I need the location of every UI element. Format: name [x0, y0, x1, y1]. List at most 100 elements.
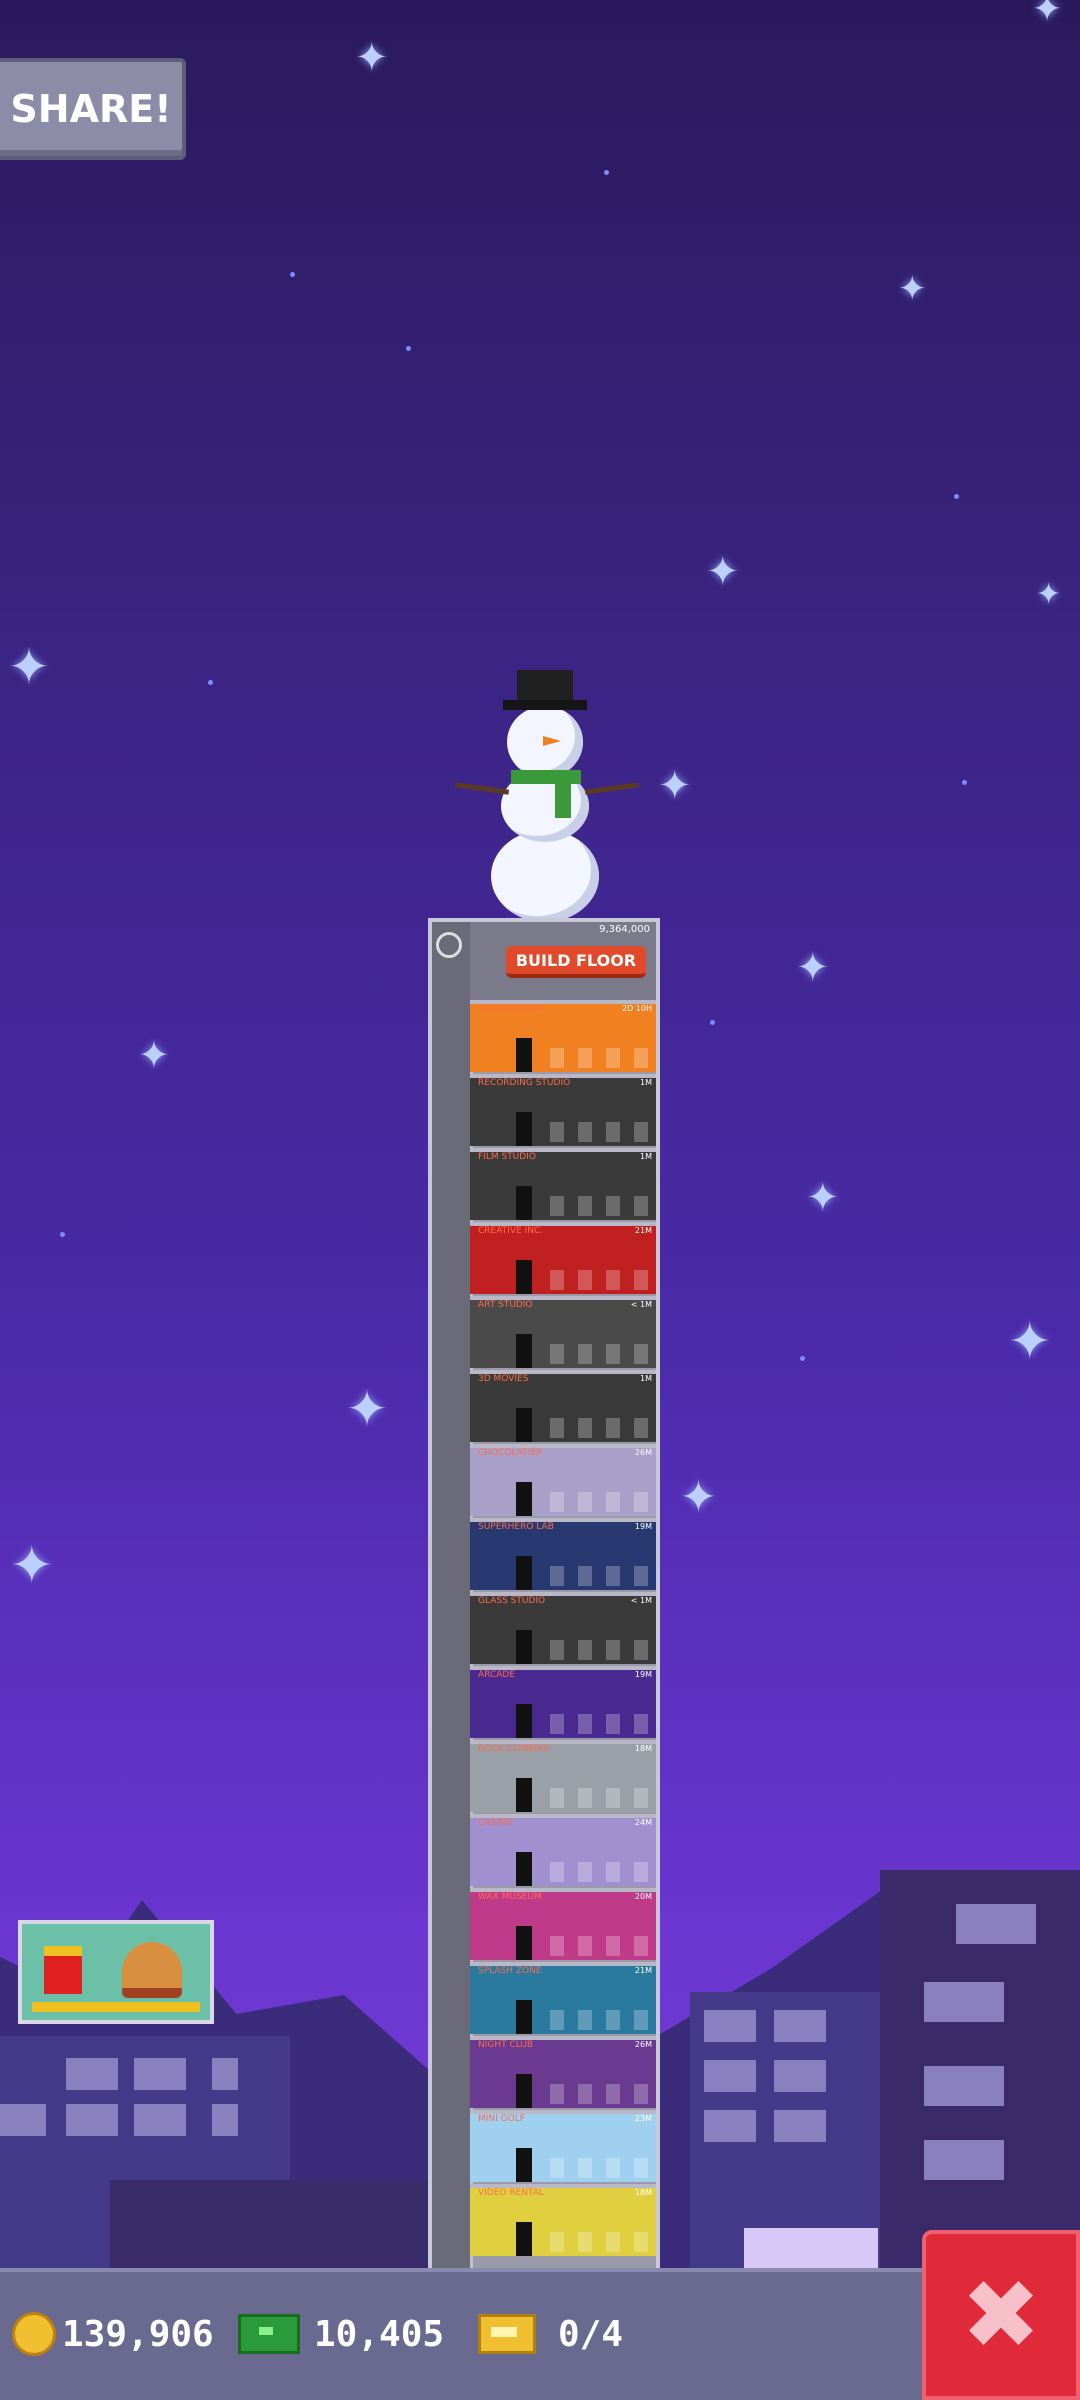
floor-door: [516, 1926, 532, 1960]
floor-prop: [634, 1714, 648, 1734]
floor-row[interactable]: 125RECORDING STUDIO1M: [470, 1074, 656, 1146]
elevator-shaft[interactable]: [432, 922, 473, 2269]
floor-prop: [634, 1270, 648, 1290]
floor-door: [516, 2148, 532, 2182]
floor-door: [516, 2000, 532, 2034]
floor-row[interactable]: 122ART STUDIO< 1M: [470, 1296, 656, 1368]
floor-door: [516, 2074, 532, 2108]
floor-prop: [634, 1788, 648, 1808]
floor-stock: 2D 10H: [622, 1004, 652, 1013]
star-icon: ✦: [346, 1380, 388, 1438]
floor-stock: 20M: [634, 1892, 652, 1901]
floor-stock: 18M: [634, 2188, 652, 2197]
elevator-wheel-icon: [436, 932, 462, 958]
floor-row[interactable]: 115CASINO24M: [470, 1814, 656, 1886]
star-dot: [290, 272, 295, 277]
floor-name: ROCK CLIMBING: [478, 1744, 551, 1754]
floor-row[interactable]: 118GLASS STUDIO< 1M: [470, 1592, 656, 1664]
floor-prop: [550, 1640, 564, 1660]
coin-icon: [12, 2312, 56, 2356]
floor-name: NIGHT CLUB: [478, 2040, 534, 2050]
floor-door: [516, 1852, 532, 1886]
floor-prop: [578, 1788, 592, 1808]
floor-prop: [578, 2084, 592, 2104]
build-floor-cost: 9,364,000: [599, 924, 650, 935]
floor-prop: [578, 1862, 592, 1882]
food-billboard: [18, 1920, 214, 2024]
floor-prop: [550, 1122, 564, 1142]
floor-row[interactable]: 126COMING SOON2D 10H: [470, 1000, 656, 1072]
floor-row[interactable]: 110VIDEO RENTAL18M: [470, 2184, 656, 2256]
floor-prop: [578, 1122, 592, 1142]
tickets-value: 0/4: [558, 2313, 624, 2355]
floor-row[interactable]: 123CREATIVE INC.21M: [470, 1222, 656, 1294]
floor-door: [516, 1556, 532, 1590]
floor-stock: 24M: [634, 1818, 652, 1827]
floor-name: RECORDING STUDIO: [478, 1078, 571, 1088]
star-icon: ✦: [706, 549, 740, 595]
floor-name: SUPERHERO LAB: [478, 1522, 554, 1532]
floor-prop: [606, 1122, 620, 1142]
floor-stock: 19M: [634, 1670, 652, 1679]
floor-prop: [634, 1566, 648, 1586]
floor-prop: [550, 1788, 564, 1808]
floor-row[interactable]: 112NIGHT CLUB26M: [470, 2036, 656, 2108]
bux-icon: [238, 2314, 300, 2354]
floor-row[interactable]: 114WAX MUSEUM20M: [470, 1888, 656, 1960]
floor-prop: [606, 1936, 620, 1956]
floor-row[interactable]: 120CHOCOLATIER26M: [470, 1444, 656, 1516]
build-floor-button[interactable]: BUILD FLOOR: [506, 946, 646, 978]
floor-door: [516, 1778, 532, 1812]
floor-stock: 1M: [640, 1152, 652, 1161]
floor-row[interactable]: 111MINI GOLF23M: [470, 2110, 656, 2182]
star-icon: ✦: [1008, 1312, 1052, 1372]
bux-value: 10,405: [314, 2313, 445, 2355]
star-icon: ✦: [680, 1472, 717, 1523]
share-button[interactable]: SHARE!: [0, 58, 186, 160]
floor-name: CASINO: [478, 1818, 513, 1828]
floor-name: ARCADE: [478, 1670, 516, 1680]
star-dot: [604, 170, 609, 175]
close-button[interactable]: ✖: [922, 2230, 1080, 2400]
star-dot: [710, 1020, 715, 1025]
floor-stock: 21M: [634, 1966, 652, 1975]
floor-prop: [634, 1048, 648, 1068]
star-icon: ✦: [10, 1536, 54, 1596]
floor-door: [516, 2222, 532, 2256]
floor-prop: [634, 1936, 648, 1956]
star-dot: [406, 346, 411, 351]
floor-prop: [606, 2010, 620, 2030]
floor-prop: [606, 2232, 620, 2252]
star-icon: ✦: [658, 763, 692, 809]
ticket-icon: [478, 2314, 536, 2354]
floor-name: CHOCOLATIER: [478, 1448, 543, 1458]
floor-name: GLASS STUDIO: [478, 1596, 546, 1606]
floor-row[interactable]: 119SUPERHERO LAB19M: [470, 1518, 656, 1590]
floor-prop: [578, 1714, 592, 1734]
floor-prop: [550, 1714, 564, 1734]
floor-row[interactable]: 117ARCADE19M: [470, 1666, 656, 1738]
snowman-topper: [454, 670, 640, 922]
shop-sign: [744, 2228, 878, 2272]
coins-display: 139,906: [12, 2308, 214, 2360]
star-dot: [208, 680, 213, 685]
bux-display: 10,405: [238, 2308, 444, 2360]
star-icon: ✦: [806, 1175, 840, 1221]
floor-prop: [550, 1270, 564, 1290]
floor-prop: [634, 1492, 648, 1512]
star-dot: [962, 780, 967, 785]
floor-prop: [634, 2084, 648, 2104]
tickets-display: 0/4: [478, 2308, 623, 2360]
star-icon: ✦: [898, 269, 927, 309]
floor-row[interactable]: 113SPLASH ZONE21M: [470, 1962, 656, 2034]
floor-row[interactable]: 1213D MOVIES1M: [470, 1370, 656, 1442]
floor-prop: [634, 2232, 648, 2252]
floor-stock: 1M: [640, 1078, 652, 1087]
floor-prop: [606, 1640, 620, 1660]
floor-prop: [606, 1492, 620, 1512]
floor-door: [516, 1334, 532, 1368]
floor-prop: [578, 1270, 592, 1290]
floor-row[interactable]: 116ROCK CLIMBING18M: [470, 1740, 656, 1812]
floor-row[interactable]: 124FILM STUDIO1M: [470, 1148, 656, 1220]
fries-icon: [44, 1946, 82, 1994]
